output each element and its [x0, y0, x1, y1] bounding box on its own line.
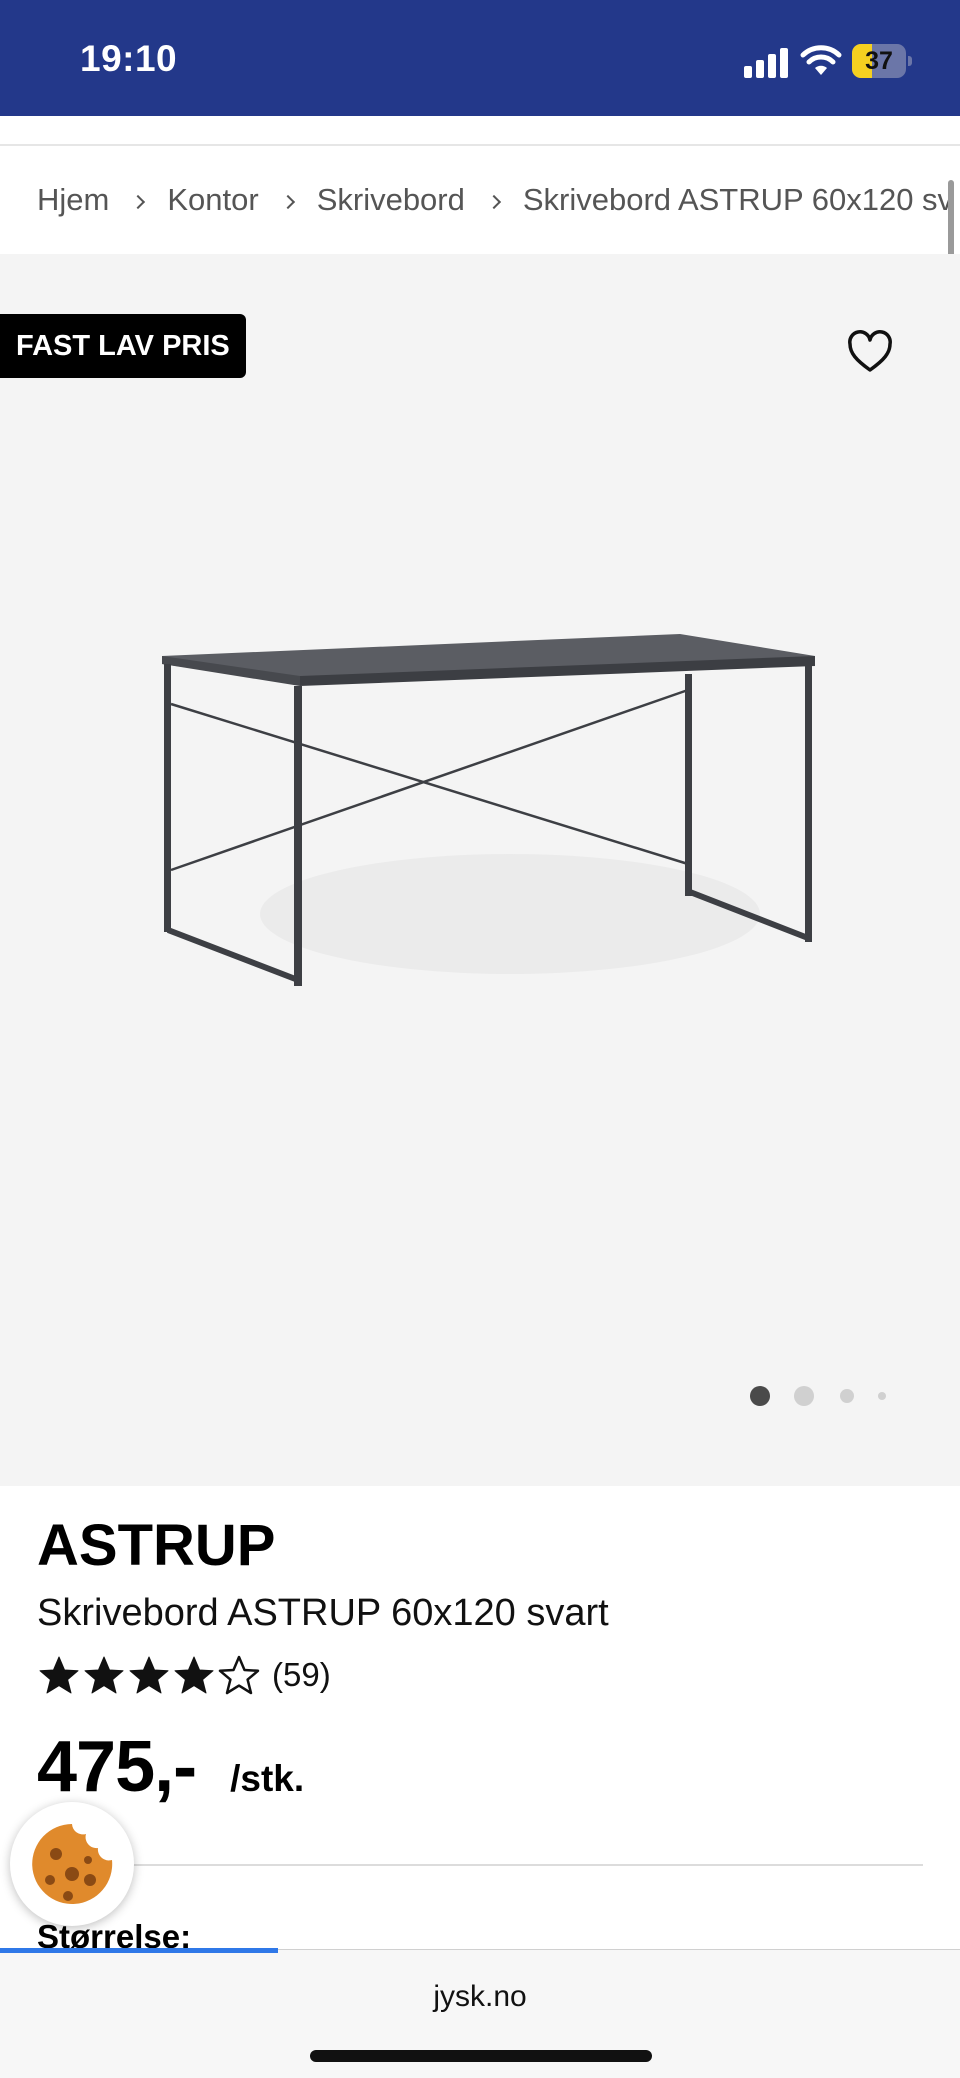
status-time: 19:10 [80, 38, 178, 79]
divider [37, 1864, 923, 1866]
product-rating[interactable]: (59) [37, 1654, 331, 1696]
pagination-dot[interactable] [794, 1386, 814, 1406]
breadcrumb-skrivebord[interactable]: Skrivebord [317, 182, 465, 218]
battery-icon: 37 [852, 44, 912, 78]
pagination-dot[interactable] [878, 1392, 886, 1400]
heart-outline-icon[interactable] [846, 330, 894, 374]
browser-url[interactable]: jysk.no [0, 1980, 960, 2014]
product-info: ASTRUP Skrivebord ASTRUP 60x120 svart (5… [0, 1486, 960, 1956]
cookie-icon [32, 1824, 113, 1904]
home-indicator[interactable] [310, 2050, 652, 2062]
chevron-right-icon [486, 194, 501, 210]
breadcrumb-home[interactable]: Hjem [37, 182, 109, 218]
price-unit: /stk. [230, 1758, 305, 1799]
breadcrumb-kontor[interactable]: Kontor [167, 182, 258, 218]
breadcrumb-current[interactable]: Skrivebord ASTRUP 60x120 sv [523, 182, 953, 218]
star-outline-icon [218, 1655, 260, 1695]
star-filled-icon [39, 1656, 79, 1694]
status-bar: 19:10 37 [0, 0, 960, 116]
pagination-dot[interactable] [840, 1389, 854, 1403]
pagination-dot[interactable] [750, 1386, 770, 1406]
star-filled-icon [129, 1656, 169, 1694]
cookie-consent-button[interactable] [10, 1802, 134, 1926]
header-strip [0, 116, 960, 146]
breadcrumb: Hjem Kontor Skrivebord Skrivebord ASTRUP… [0, 148, 960, 254]
browser-bar: jysk.no [0, 1949, 960, 2078]
page-load-progress [0, 1948, 279, 1953]
product-brand: ASTRUP [37, 1513, 276, 1578]
product-price: 475,- [37, 1727, 197, 1807]
product-title: Skrivebord ASTRUP 60x120 svart [37, 1592, 609, 1634]
rating-count[interactable]: (59) [272, 1656, 331, 1694]
signal-icon [744, 48, 788, 78]
star-filled-icon [84, 1656, 124, 1694]
chevron-right-icon [280, 194, 295, 210]
product-gallery[interactable]: FAST LAV PRIS [0, 254, 960, 1486]
battery-percent: 37 [865, 47, 893, 75]
chevron-right-icon [131, 194, 146, 210]
desk-image [162, 634, 815, 986]
price-badge: FAST LAV PRIS [0, 314, 246, 378]
wifi-icon [800, 45, 842, 75]
price-row: 475,- /stk. [37, 1726, 304, 1808]
gallery-pagination[interactable] [748, 1384, 888, 1408]
star-filled-icon [174, 1656, 214, 1694]
